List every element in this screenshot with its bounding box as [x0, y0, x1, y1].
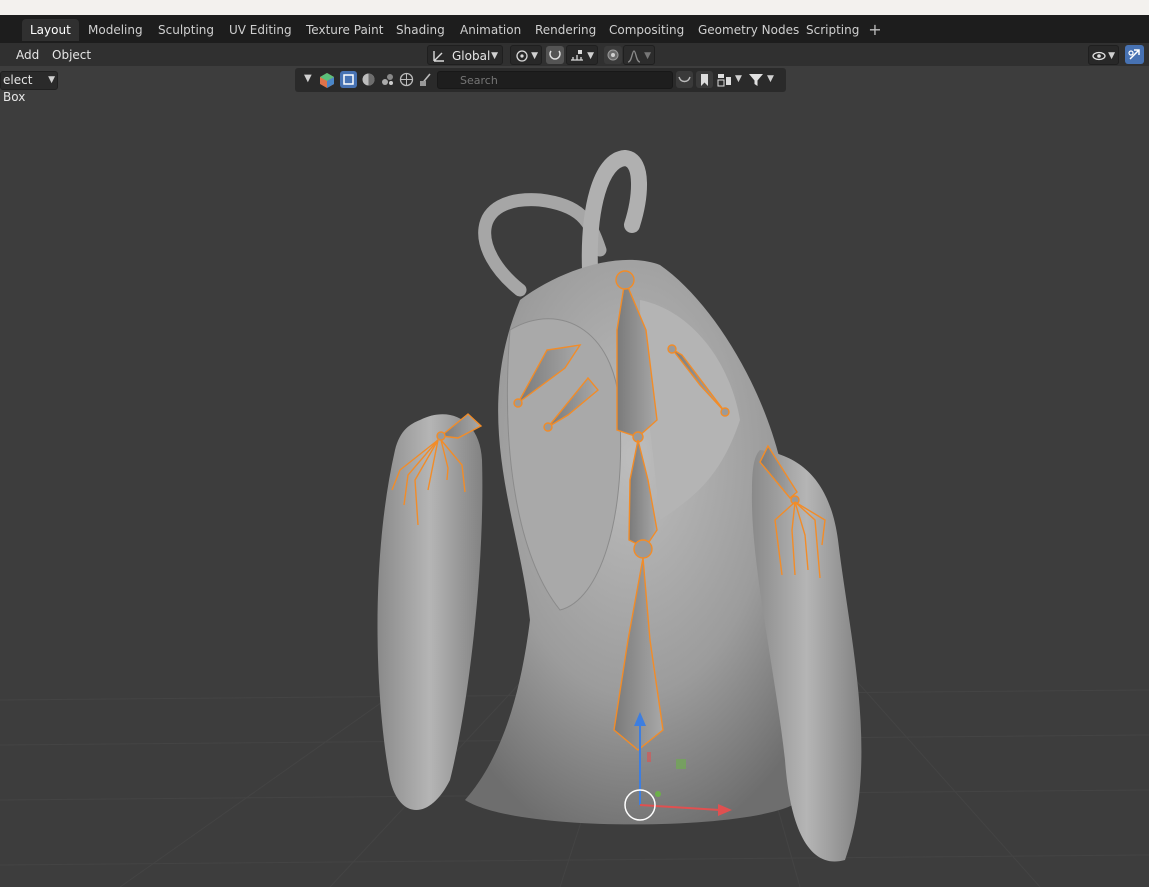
bookmark-icon[interactable] [696, 71, 713, 88]
object-menu[interactable]: Object [46, 45, 97, 65]
tab-sculpting[interactable]: Sculpting [150, 19, 222, 41]
orientation-icon [433, 51, 444, 62]
rendered-shading-icon[interactable] [398, 71, 415, 88]
tab-scripting[interactable]: Scripting [798, 19, 867, 41]
bone-joint [513, 398, 523, 408]
chevron-down-icon: ▼ [1108, 51, 1115, 61]
tab-texture-paint[interactable]: Texture Paint [298, 19, 391, 41]
tab-layout[interactable]: Layout [22, 19, 79, 41]
pivot-icon [516, 50, 528, 62]
bone-joint [667, 344, 677, 354]
pivot-point-dropdown[interactable]: ▼ [510, 45, 542, 65]
chevron-down-icon: ▼ [587, 51, 594, 61]
collapse-chevron-icon[interactable]: ▼ [304, 73, 312, 84]
tab-rendering[interactable]: Rendering [527, 19, 604, 41]
orientation-value: Global [452, 49, 491, 63]
chevron-down-icon: ▼ [644, 51, 651, 61]
object-type-icon[interactable] [318, 71, 336, 89]
chevron-down-icon[interactable]: ▼ [735, 74, 742, 84]
add-menu[interactable]: Add [10, 45, 45, 65]
bone-joint [436, 431, 446, 441]
viewport-canvas[interactable] [0, 66, 1149, 887]
falloff-icon [627, 50, 641, 63]
tab-geometry-nodes[interactable]: Geometry Nodes [690, 19, 807, 41]
snap-target-dropdown[interactable]: ▼ [566, 45, 598, 65]
chevron-down-icon: ▼ [48, 75, 55, 85]
filter-curve-icon[interactable] [676, 71, 693, 88]
gizmo-toggle[interactable] [1125, 45, 1144, 64]
select-object-mode-button[interactable] [340, 71, 357, 88]
filter-funnel-icon[interactable] [747, 71, 765, 89]
bone-joint [615, 270, 635, 290]
tab-modeling[interactable]: Modeling [80, 19, 151, 41]
chevron-down-icon: ▼ [531, 51, 538, 61]
bone-joint [543, 422, 553, 432]
view-layer-icon[interactable] [716, 71, 733, 88]
snap-toggle[interactable] [546, 46, 564, 64]
tab-animation[interactable]: Animation [452, 19, 529, 41]
paint-brush-icon[interactable] [417, 71, 434, 88]
3d-viewport[interactable] [0, 66, 1149, 887]
workspace-tabs-bar: Layout Modeling Sculpting UV Editing Tex… [0, 15, 1149, 43]
chevron-down-icon: ▼ [491, 51, 498, 61]
proportional-edit-toggle[interactable] [604, 46, 622, 64]
search-input[interactable] [437, 71, 673, 89]
select-square-icon [343, 74, 354, 85]
solid-shading-icon[interactable] [360, 71, 377, 88]
proportional-edit-icon [607, 49, 619, 61]
transform-orientation-dropdown[interactable]: Global ▼ [427, 45, 503, 65]
gizmo-icon [1128, 49, 1140, 60]
add-workspace-button[interactable]: + [866, 20, 884, 40]
falloff-dropdown[interactable]: ▼ [623, 45, 655, 65]
bone-joint [720, 407, 730, 417]
material-shading-icon[interactable] [379, 71, 396, 88]
chevron-down-icon[interactable]: ▼ [767, 74, 774, 84]
tab-shading[interactable]: Shading [388, 19, 453, 41]
title-strip [0, 0, 1149, 15]
creature-mesh[interactable] [377, 149, 862, 862]
tab-compositing[interactable]: Compositing [601, 19, 692, 41]
select-mode-dropdown[interactable]: elect Box ▼ [0, 71, 58, 104]
tab-uv-editing[interactable]: UV Editing [221, 19, 300, 41]
visibility-icon [1092, 51, 1106, 61]
snap-icon [549, 50, 561, 60]
viewport-header: Add Object Global ▼ ▼ ▼ ▼ ▼ [0, 43, 1149, 66]
bone-joint [633, 539, 653, 559]
visibility-dropdown[interactable]: ▼ [1088, 45, 1119, 65]
snap-increment-icon [571, 50, 583, 61]
